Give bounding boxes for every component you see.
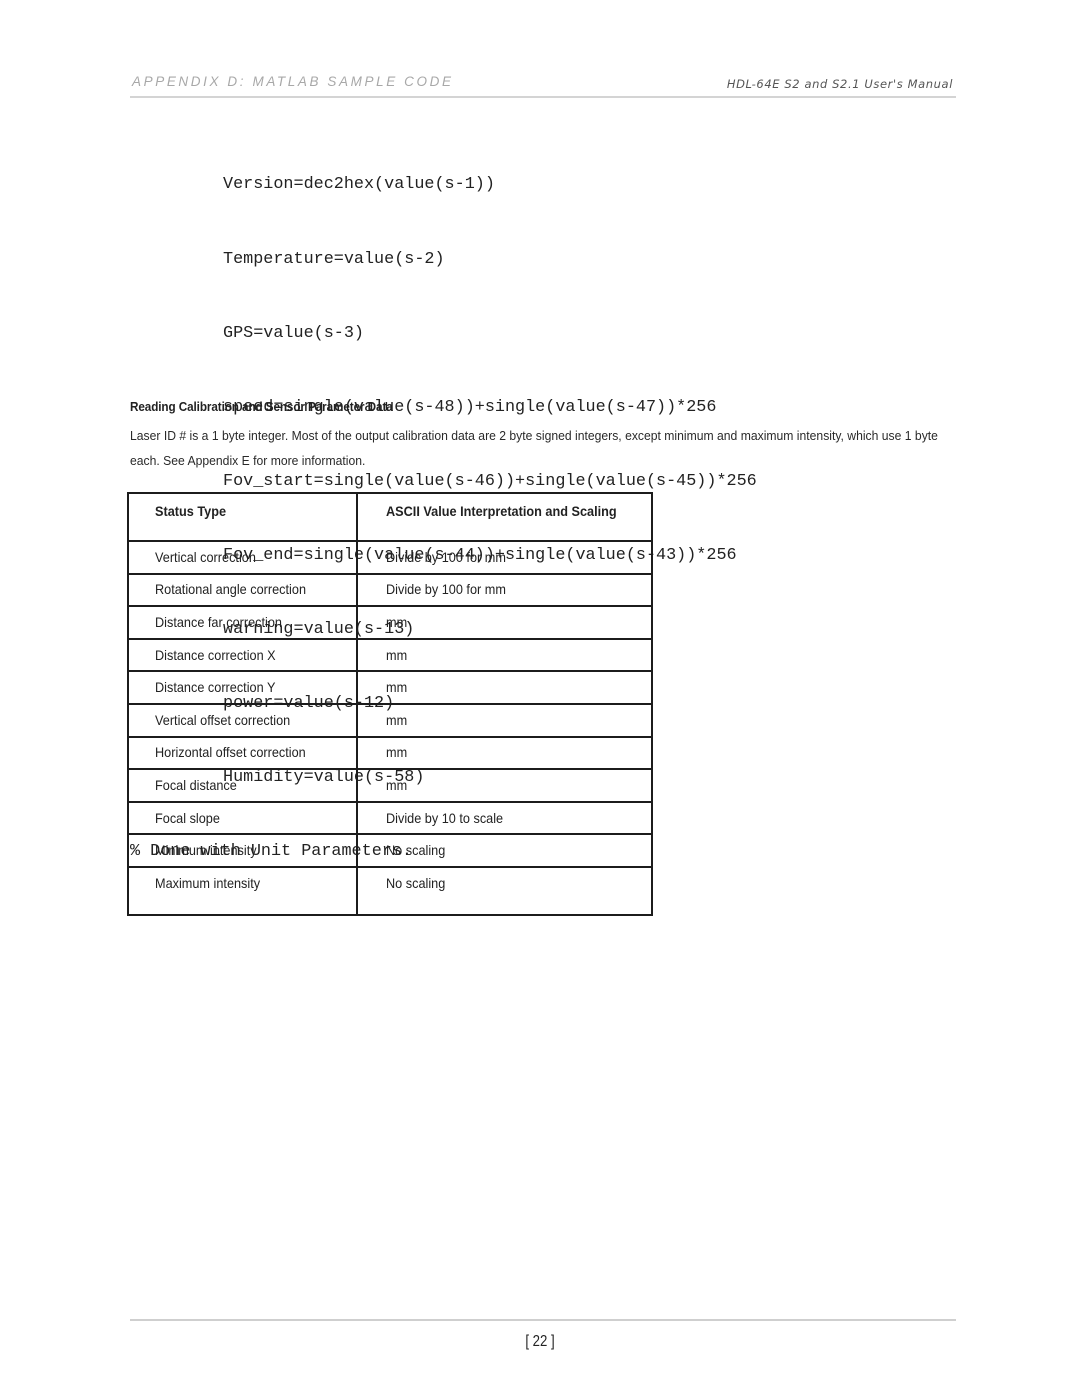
table-row: Vertical correction Divide by 100 for mm	[127, 540, 653, 575]
calibration-table-container: Status Type ASCII Value Interpretation a…	[127, 492, 653, 916]
table-row: Maximum intensity No scaling	[127, 865, 653, 916]
status-type-cell: Maximum intensity	[127, 865, 358, 916]
column-header-status-type: Status Type	[127, 492, 358, 542]
table-row: Distance correction X mm	[127, 637, 653, 673]
interpretation-cell: No scaling	[356, 833, 653, 868]
code-line: Temperature=value(s-2)	[223, 249, 445, 269]
table-row: Vertical offset correction mm	[127, 702, 653, 738]
table-row: Focal slope Divide by 10 to scale	[127, 800, 653, 836]
table-row: Horizontal offset correction mm	[127, 735, 653, 771]
interpretation-cell: mm	[356, 670, 653, 705]
status-type-cell: Distance far correction	[127, 605, 358, 640]
code-line: GPS=value(s-3)	[223, 323, 364, 343]
appendix-title: APPENDIX D: MATLAB SAMPLE CODE	[132, 74, 454, 89]
interpretation-cell: mm	[356, 605, 653, 640]
status-type-cell: Vertical correction	[127, 540, 358, 575]
status-type-cell: Focal slope	[127, 800, 358, 836]
interpretation-cell: mm	[356, 702, 653, 738]
manual-title: HDL-64E S2 and S2.1 User's Manual	[726, 77, 953, 91]
status-type-cell: Focal distance	[127, 768, 358, 803]
status-type-cell: Rotational angle correction	[127, 572, 358, 608]
page-number: [ 22 ]	[525, 1333, 555, 1350]
interpretation-cell: mm	[356, 637, 653, 673]
table-row: Distance correction Y mm	[127, 670, 653, 705]
interpretation-cell: Divide by 100 for mm	[356, 540, 653, 575]
interpretation-cell: Divide by 100 for mm	[356, 572, 653, 608]
table-row: Focal distance mm	[127, 768, 653, 803]
column-header-interpretation: ASCII Value Interpretation and Scaling	[356, 492, 653, 542]
table-header-row: Status Type ASCII Value Interpretation a…	[127, 492, 653, 542]
section-heading: Reading Calibration and Sensor Parameter…	[130, 400, 393, 414]
code-line: Fov_start=single(value(s-46))+single(val…	[223, 471, 757, 491]
footer-divider	[130, 1319, 956, 1321]
status-type-cell: Distance correction Y	[127, 670, 358, 705]
page-header: APPENDIX D: MATLAB SAMPLE CODE HDL-64E S…	[130, 72, 956, 98]
table-row: Rotational angle correction Divide by 10…	[127, 572, 653, 608]
code-line: Version=dec2hex(value(s-1))	[223, 175, 495, 195]
status-type-cell: Vertical offset correction	[127, 702, 358, 738]
section-paragraph: Laser ID # is a 1 byte integer. Most of …	[130, 428, 938, 468]
calibration-table: Status Type ASCII Value Interpretation a…	[127, 492, 653, 916]
interpretation-cell: mm	[356, 735, 653, 771]
status-type-cell: Distance correction X	[127, 637, 358, 673]
table-row: Minimum intensity No scaling	[127, 833, 653, 868]
status-type-cell: Minimum intensity	[127, 833, 358, 868]
status-type-cell: Horizontal offset correction	[127, 735, 358, 771]
interpretation-cell: Divide by 10 to scale	[356, 800, 653, 836]
interpretation-cell: mm	[356, 768, 653, 803]
interpretation-cell: No scaling	[356, 865, 653, 916]
table-row: Distance far correction mm	[127, 605, 653, 640]
